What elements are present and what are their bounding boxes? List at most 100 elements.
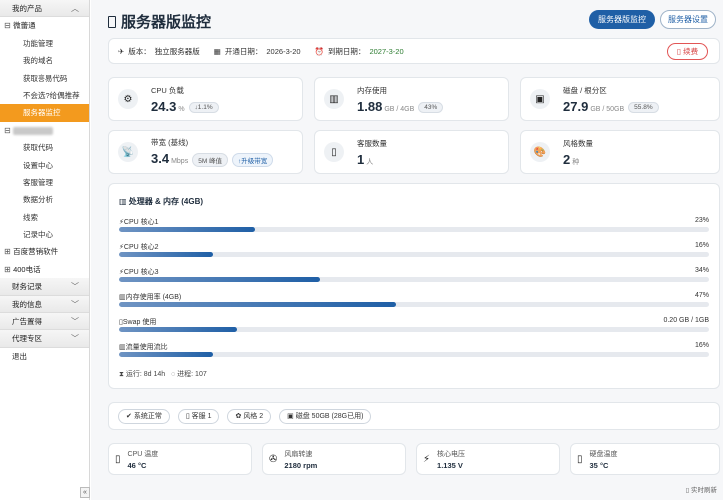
server-settings-button[interactable]: 服务器设置 bbox=[660, 10, 716, 29]
disk-icon: ▯ bbox=[577, 453, 583, 465]
sidebar-item-get-code[interactable]: 获取흥易代码 bbox=[0, 70, 89, 87]
sidebar-header-finance[interactable]: 财务记录 ﹀ bbox=[0, 278, 89, 296]
renew-label: 续费 bbox=[683, 47, 699, 56]
cpu-load-delta: ↓1.1% bbox=[188, 101, 219, 113]
progress-track bbox=[119, 252, 709, 257]
chip-label: 风格 2 bbox=[243, 412, 264, 420]
chip-icon: ▥ bbox=[119, 197, 127, 206]
progress-fill bbox=[119, 327, 237, 332]
sidebar-header-my-info[interactable]: 我的信息 ﹀ bbox=[0, 295, 89, 314]
chip-system-ok[interactable]: ✔ 系统正常 bbox=[118, 408, 170, 424]
card-icon: ▯ bbox=[676, 47, 682, 56]
bar-label: CPU 核心2 bbox=[123, 244, 159, 251]
sidebar-item-settings[interactable]: 设置中心 bbox=[0, 157, 89, 174]
sidebar-group-label: 百度营销软件 bbox=[13, 247, 59, 257]
uptime-text: 运行: 8d 14h bbox=[125, 371, 166, 378]
cpu-temp-card: ▯ CPU 温度 46 °C bbox=[108, 443, 252, 475]
progress-fill bbox=[119, 277, 320, 282]
bar-percent: 23% bbox=[694, 217, 709, 224]
sidebar-collapse-icon[interactable]: « bbox=[80, 487, 90, 498]
upgrade-bandwidth-button[interactable]: ↑升级带宽 bbox=[232, 152, 274, 167]
sidebar-group-blurred[interactable]: ⊟ bbox=[0, 122, 89, 139]
processor-memory-title-text: 处理器 & 内存 (4GB) bbox=[128, 197, 204, 206]
style-count-unit: 种 bbox=[572, 158, 580, 166]
bar-percent: 0.20 GB / 1GB bbox=[663, 317, 709, 324]
blurred-label bbox=[13, 126, 54, 135]
chip-disk[interactable]: ▣ 磁盘 50GB (28G已用) bbox=[279, 408, 372, 424]
hourglass-icon: ⧗ bbox=[119, 371, 124, 378]
sidebar-item-cs-manage[interactable]: 客服管理 bbox=[0, 174, 89, 191]
progress-track bbox=[119, 352, 709, 357]
disk-card: ▣ 磁盘 / 根分区 27.9 GB / 50GB 55.8% bbox=[520, 77, 720, 121]
refresh-icon: ▯ bbox=[685, 487, 690, 494]
disk-label: 磁盘 / 根分区 bbox=[563, 85, 607, 95]
phone-icon: ▯ bbox=[324, 142, 344, 162]
sidebar-item-logout[interactable]: 退出 bbox=[0, 348, 89, 365]
end-date-label: 到期日期： bbox=[327, 46, 366, 56]
renew-button[interactable]: ▯ 续费 bbox=[667, 43, 708, 60]
bar-percent: 16% bbox=[694, 242, 709, 249]
bolt-icon: ⚡ bbox=[423, 453, 431, 465]
voltage-card: ⚡ 核心电压 1.135 V bbox=[416, 443, 560, 475]
sidebar-item-analytics[interactable]: 数据分析 bbox=[0, 191, 89, 208]
disk-unit: GB / 50GB bbox=[590, 105, 625, 113]
sidebar-header-agent[interactable]: 代理专区 ﹀ bbox=[0, 330, 89, 348]
version-label: 版本： bbox=[128, 46, 151, 56]
memory-value: 1.88 bbox=[357, 98, 383, 114]
sidebar-header-ads[interactable]: 广告置得 ﹀ bbox=[0, 313, 89, 331]
chevron-down-icon[interactable]: ﹀ bbox=[71, 330, 79, 346]
chip-label: 磁盘 50GB (28G已用) bbox=[295, 412, 364, 420]
expand-icon[interactable]: ⊞ bbox=[4, 261, 11, 278]
chevron-down-icon[interactable]: ﹀ bbox=[71, 296, 79, 312]
sidebar-item-get-code-2[interactable]: 获取代码 bbox=[0, 139, 89, 156]
sidebar-item-leads[interactable]: 线索 bbox=[0, 209, 89, 226]
chevron-up-icon[interactable]: ︿ bbox=[71, 0, 79, 16]
version-info: ✈ 版本： 独立服务器版 bbox=[118, 46, 200, 57]
progress-fill bbox=[119, 302, 397, 307]
bar-label: Swap 使用 bbox=[122, 319, 157, 326]
sidebar-item-recommend[interactable]: 不会选?给偶推荐 bbox=[0, 87, 89, 104]
start-date-info: ▦ 开通日期： 2026-3-20 bbox=[214, 46, 301, 57]
process-count-text: 进程: 107 bbox=[177, 371, 207, 378]
bar-row-cpu3: ⚡CPU 核心3 34% bbox=[119, 267, 709, 282]
cs-count-card: ▯ 客服数量 1人 bbox=[314, 130, 509, 174]
voltage-value: 1.135 V bbox=[437, 460, 463, 470]
sidebar-header-label: 我的信息 bbox=[12, 299, 42, 309]
voltage-label: 核心电压 bbox=[437, 450, 466, 458]
process-icon: ◌ bbox=[171, 371, 176, 378]
page-title-text: 服务器版监控 bbox=[121, 14, 212, 31]
sidebar-header-my-products[interactable]: 我的产品 ︿ bbox=[0, 0, 89, 18]
sidebar-group-baidu[interactable]: ⊞ 百度营销软件 bbox=[0, 243, 89, 260]
expand-icon[interactable]: ⊞ bbox=[4, 243, 11, 260]
realtime-refresh[interactable]: ▯ 实时刷新 bbox=[686, 484, 717, 494]
server-monitor-button[interactable]: 服务器版监控 bbox=[589, 10, 655, 29]
palette-icon: 🎨 bbox=[530, 142, 550, 162]
sidebar-header-label: 广告置得 bbox=[12, 317, 42, 327]
chevron-down-icon[interactable]: ﹀ bbox=[71, 278, 79, 294]
chip-style[interactable]: ✿ 风格 2 bbox=[227, 408, 272, 424]
sidebar-group-400[interactable]: ⊞ 400电话 bbox=[0, 261, 89, 278]
sidebar-item-records[interactable]: 记录中心 bbox=[0, 226, 89, 243]
cpu-temp-value: 46 °C bbox=[127, 460, 147, 470]
end-date-info: ⏰ 到期日期： 2027-3-20 bbox=[315, 46, 404, 57]
style-count-label: 风格数量 bbox=[563, 138, 593, 148]
sidebar-group-weidiantong[interactable]: ⊟ 微蕾通 bbox=[0, 17, 89, 34]
refresh-label: 实时刷新 bbox=[691, 487, 717, 494]
collapse-icon[interactable]: ⊟ bbox=[4, 122, 11, 139]
sidebar-item-function-manage[interactable]: 功能管理 bbox=[0, 35, 89, 52]
bar-row-cpu2: ⚡CPU 核心2 16% bbox=[119, 242, 709, 257]
bandwidth-card: 📡 带宽 (基线) 3.4 Mbps 5M 峰值 ↑升级带宽 bbox=[108, 130, 303, 174]
memory-unit: GB / 4GB bbox=[384, 105, 415, 113]
collapse-icon[interactable]: ⊟ bbox=[4, 17, 11, 34]
sidebar-item-my-domain[interactable]: 我的域名 bbox=[0, 52, 89, 69]
chip-cs[interactable]: ▯ 客服 1 bbox=[177, 408, 220, 424]
sidebar-item-server-monitor[interactable]: 服务器监控 bbox=[0, 104, 89, 122]
style-count-card: 🎨 风格数量 2种 bbox=[520, 130, 720, 174]
chevron-down-icon[interactable]: ﹀ bbox=[71, 313, 79, 329]
sidebar-header-label: 代理专区 bbox=[12, 334, 42, 344]
bar-percent: 34% bbox=[694, 267, 709, 274]
disk-temp-card: ▯ 硬盘温度 35 °C bbox=[570, 443, 720, 475]
satellite-icon: 📡 bbox=[118, 142, 138, 162]
bar-label: 内存使用率 (4GB) bbox=[125, 294, 182, 301]
check-icon: ✔ bbox=[126, 412, 132, 420]
